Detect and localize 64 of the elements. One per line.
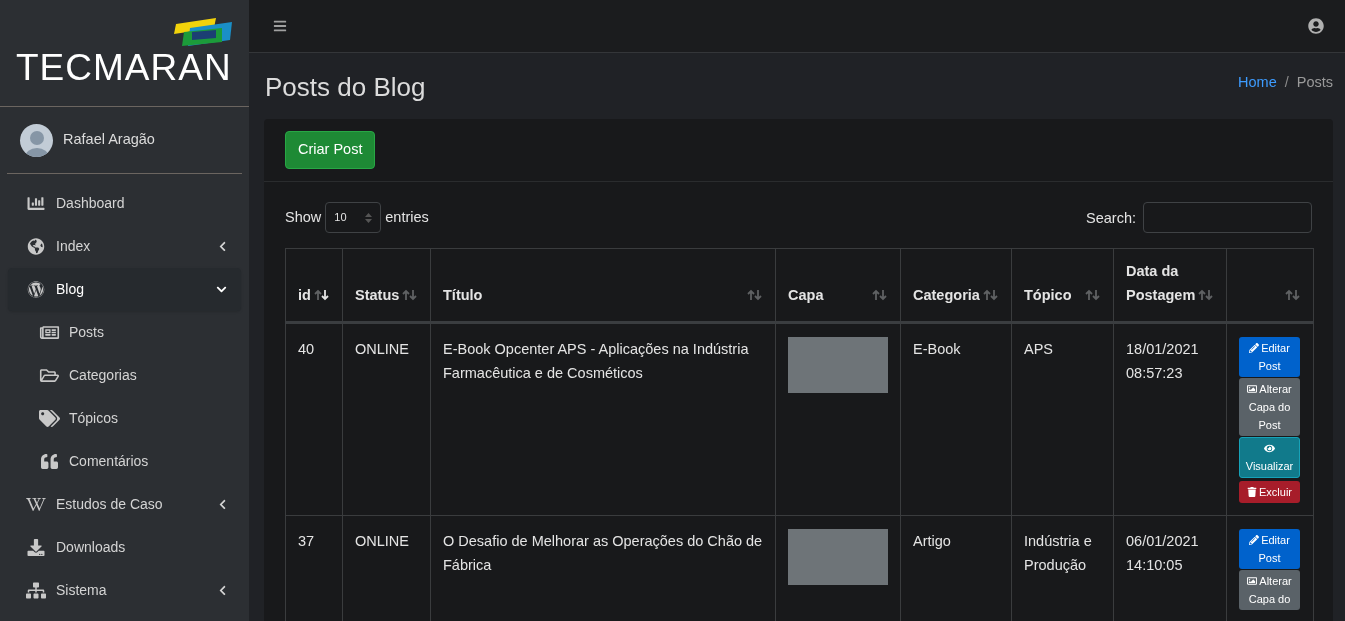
sidebar-item[interactable]: Dashboard (8, 182, 241, 225)
search-label: Search: (1086, 208, 1136, 228)
action-button[interactable]: Alterar Capa do Post (1239, 378, 1300, 436)
spinner-icon (365, 212, 373, 223)
create-post-button[interactable]: Criar Post (285, 131, 376, 169)
page-size-select[interactable]: 10 (325, 202, 382, 233)
column-header[interactable]: Tópico (1011, 248, 1114, 323)
breadcrumb-current: Posts (1296, 73, 1333, 93)
table-cell: 37 (285, 515, 343, 621)
user-name[interactable]: Rafael Aragão (63, 129, 155, 151)
table-cell: E-Book Opcenter APS - Aplicações na Indústria Farmacêutica e de Cosméticos (430, 322, 776, 516)
show-label: Show (285, 207, 322, 227)
table-cell: 18/01/2021 08:57:23 (1113, 322, 1227, 516)
action-button[interactable]: Excluir (1239, 481, 1300, 503)
sitemap-icon (26, 582, 46, 599)
action-button[interactable]: Editar Post (1239, 529, 1300, 569)
user-icon[interactable] (1308, 18, 1324, 34)
table-cell: ONLINE (342, 322, 431, 516)
quote-icon (39, 453, 60, 470)
breadcrumb-separator: / (1284, 73, 1289, 93)
pencil-icon (1249, 535, 1260, 545)
menu-icon[interactable] (273, 19, 287, 33)
column-header[interactable]: Capa (775, 248, 901, 323)
column-header[interactable]: Status (342, 248, 431, 323)
logo-flags-icon (172, 18, 234, 48)
column-header[interactable]: Data da Postagem (1113, 248, 1227, 323)
sidebar-subitem[interactable]: Comentários (8, 440, 241, 483)
sidebar-subitem[interactable]: Categorias (8, 354, 241, 397)
tags-icon (39, 410, 60, 427)
wordpress-icon (26, 281, 46, 298)
table-cell: E-Book (900, 322, 1012, 516)
search-field[interactable] (1143, 202, 1312, 233)
action-button[interactable]: Editar Post (1239, 337, 1300, 377)
folder-icon (39, 367, 60, 384)
page-title: Posts do Blog (265, 70, 426, 104)
breadcrumb-link[interactable]: Home (1238, 72, 1277, 94)
trash-icon (1247, 487, 1257, 497)
action-button[interactable]: Visualizar (1239, 437, 1300, 478)
sort-icon[interactable] (314, 289, 330, 301)
sidebar-subitem[interactable]: Posts (8, 311, 241, 354)
table-cell: APS (1011, 322, 1114, 516)
column-header[interactable]: Categoria (900, 248, 1012, 323)
globe-icon (26, 238, 46, 255)
sidebar-subitem[interactable]: Tópicos (8, 397, 241, 440)
sidebar-item[interactable]: Downloads (8, 526, 241, 569)
w-letter-icon (26, 496, 46, 513)
bar-chart-icon (26, 195, 46, 212)
sidebar-item[interactable]: Blog (8, 268, 241, 311)
logo-wordmark: TECMARAN (16, 49, 232, 86)
image-icon (1247, 384, 1258, 394)
image-icon (1247, 576, 1258, 586)
action-button[interactable]: Alterar Capa do (1239, 570, 1300, 610)
column-header[interactable]: id (285, 248, 343, 323)
table-cell: 40 (285, 322, 343, 516)
eye-icon (1264, 443, 1275, 454)
sidebar-item[interactable]: Estudos de Caso (8, 483, 241, 526)
pencil-icon (1249, 343, 1260, 353)
sidebar-item[interactable]: Sistema (8, 569, 241, 612)
column-header[interactable]: Título (430, 248, 776, 323)
sidebar-item[interactable]: Index (8, 225, 241, 268)
newspaper-icon (39, 324, 60, 341)
column-header[interactable] (1226, 248, 1314, 323)
download-icon (26, 539, 46, 556)
entries-label: entries (385, 207, 429, 227)
